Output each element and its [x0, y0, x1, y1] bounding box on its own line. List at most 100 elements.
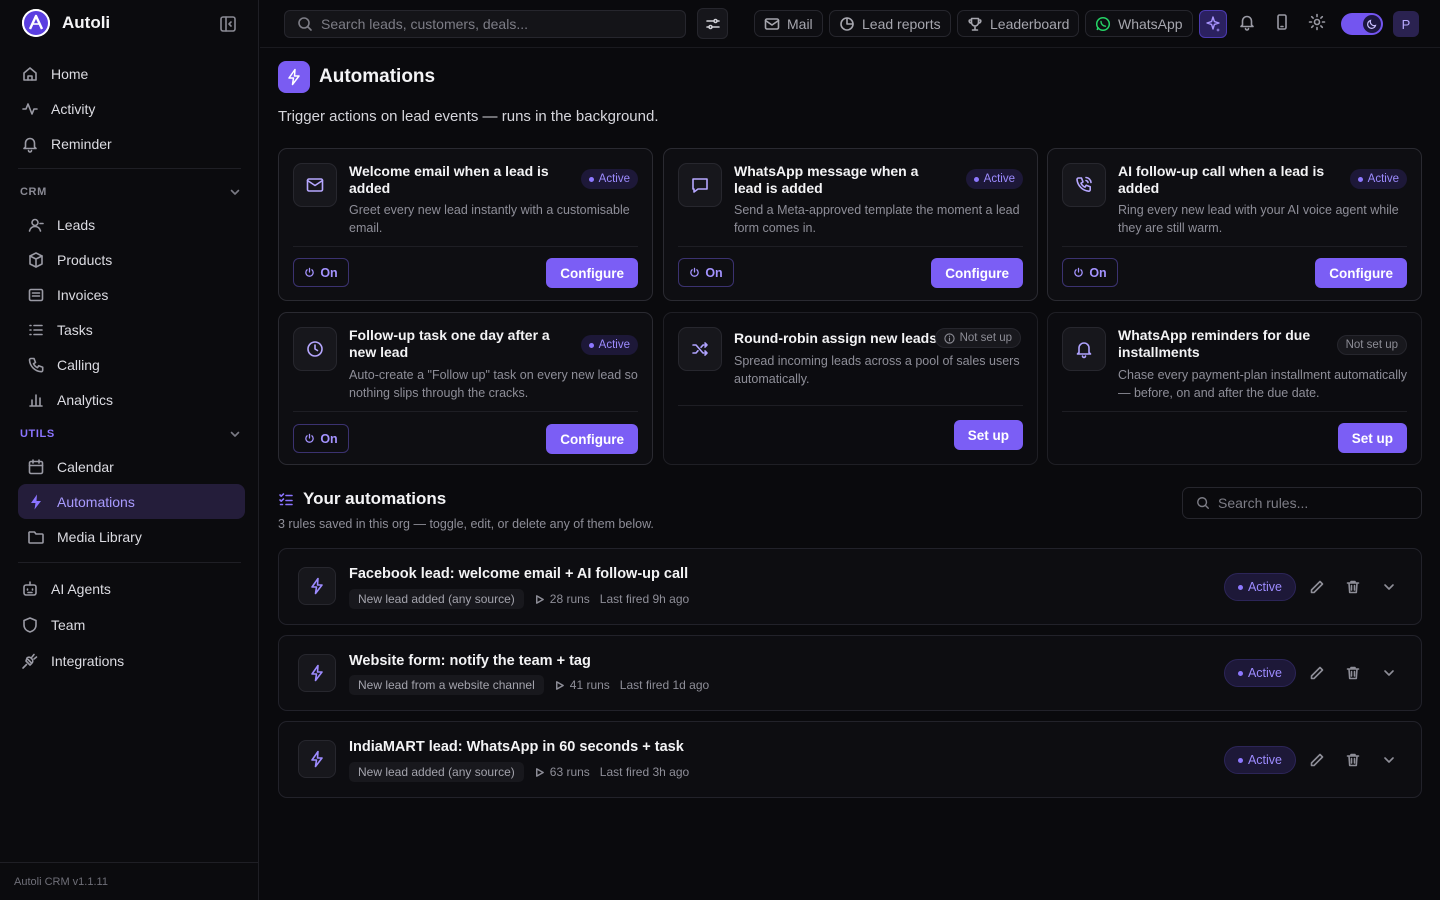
search-rules-input[interactable]: Search rules... — [1182, 487, 1422, 519]
sidebar-item-label: Calendar — [57, 458, 114, 475]
filters-button[interactable] — [697, 8, 728, 39]
notifications-button[interactable] — [1238, 13, 1258, 33]
configure-button[interactable]: Configure — [1315, 258, 1407, 288]
page-subtitle: Trigger actions on lead events — runs in… — [278, 108, 659, 125]
rule-status-toggle[interactable]: Active — [1224, 659, 1296, 687]
sidebar-item-label: Team — [51, 616, 86, 633]
sidebar-item-calendar[interactable]: Calendar — [18, 449, 245, 484]
divider — [678, 405, 1023, 406]
trigger-chip: New lead added (any source) — [349, 762, 524, 782]
play-icon — [534, 594, 545, 605]
card-description: Greet every new lead instantly with a cu… — [349, 203, 630, 235]
sidebar-bottom-nav: AI Agents Team Integrations — [18, 571, 245, 678]
chevron-down-icon[interactable] — [1381, 752, 1397, 768]
chevron-down-icon — [228, 427, 242, 441]
rule-status-toggle[interactable]: Active — [1224, 746, 1296, 774]
sidebar-item-calling[interactable]: Calling — [18, 347, 245, 382]
brand[interactable]: Autoli — [22, 9, 110, 37]
bolt-icon — [27, 493, 45, 511]
mail-icon — [293, 163, 337, 207]
rule-meta: New lead added (any source) 28 runs Last… — [349, 589, 689, 609]
sidebar-item-automations[interactable]: Automations — [18, 484, 245, 519]
last-fired: Last fired 3h ago — [599, 765, 690, 779]
leaderboard-button[interactable]: Leaderboard — [957, 10, 1080, 37]
configure-button[interactable]: Configure — [546, 258, 638, 288]
automation-rule-row[interactable]: IndiaMART lead: WhatsApp in 60 seconds +… — [278, 721, 1422, 798]
whatsapp-button[interactable]: WhatsApp — [1085, 10, 1193, 37]
invoice-icon — [27, 286, 45, 304]
theme-toggle[interactable] — [1341, 13, 1383, 35]
ai-assistant-button[interactable] — [1199, 10, 1227, 38]
sidebar-item-analytics[interactable]: Analytics — [18, 382, 245, 417]
version-text: Autoli CRM v1.1.11 — [14, 876, 108, 888]
list-icon — [27, 321, 45, 339]
bell-icon — [21, 135, 39, 153]
user-avatar[interactable]: P — [1393, 11, 1419, 37]
mail-button[interactable]: Mail — [754, 10, 823, 37]
sidebar-item-media-library[interactable]: Media Library — [18, 519, 245, 554]
enable-toggle-button[interactable]: On — [293, 424, 349, 453]
sidebar-item-products[interactable]: Products — [18, 242, 245, 277]
set-up-button[interactable]: Set up — [953, 420, 1023, 450]
pill-label: Lead reports — [862, 15, 941, 32]
crm-section-header[interactable]: CRM — [20, 184, 242, 200]
enable-toggle-button[interactable]: On — [293, 258, 349, 287]
chevron-down-icon[interactable] — [1381, 579, 1397, 595]
phone-icon — [27, 356, 45, 374]
edit-icon[interactable] — [1309, 752, 1325, 768]
configure-button[interactable]: Configure — [931, 258, 1023, 288]
bolt-icon — [298, 567, 336, 605]
edit-icon[interactable] — [1309, 665, 1325, 681]
card-description: Send a Meta-approved template the moment… — [734, 203, 1020, 235]
card-title: Welcome email when a lead is added — [349, 163, 549, 196]
sidebar-item-integrations[interactable]: Integrations — [18, 643, 245, 678]
lead-reports-button[interactable]: Lead reports — [829, 10, 951, 37]
enable-toggle-button[interactable]: On — [678, 258, 734, 287]
rule-meta: New lead added (any source) 63 runs Last… — [349, 762, 689, 782]
chevron-down-icon[interactable] — [1381, 665, 1397, 681]
sidebar-item-leads[interactable]: Leads — [18, 207, 245, 242]
card-description: Chase every payment-plan installment aut… — [1118, 368, 1408, 400]
trash-icon[interactable] — [1345, 752, 1361, 768]
utils-section-header[interactable]: UTILS — [20, 426, 242, 442]
sidebar-item-invoices[interactable]: Invoices — [18, 277, 245, 312]
divider — [678, 246, 1023, 247]
template-card-ai-call: AI follow-up call when a lead is added A… — [1047, 148, 1422, 301]
enable-toggle-button[interactable]: On — [1062, 258, 1118, 287]
mobile-app-button[interactable] — [1273, 13, 1293, 33]
bot-icon — [21, 580, 39, 598]
pill-label: WhatsApp — [1118, 15, 1183, 32]
sidebar-item-tasks[interactable]: Tasks — [18, 312, 245, 347]
set-up-button[interactable]: Set up — [1337, 423, 1407, 453]
sidebar-item-label: AI Agents — [51, 580, 111, 597]
sidebar-item-label: Reminder — [51, 135, 112, 152]
sidebar-item-team[interactable]: Team — [18, 607, 245, 642]
trash-icon[interactable] — [1345, 665, 1361, 681]
run-count: 63 runs — [534, 765, 590, 779]
card-title: Follow-up task one day after a new lead — [349, 327, 550, 360]
sidebar-item-home[interactable]: Home — [18, 56, 245, 91]
sliders-icon — [705, 16, 721, 32]
automation-rule-row[interactable]: Facebook lead: welcome email + AI follow… — [278, 548, 1422, 625]
global-search-input[interactable]: Search leads, customers, deals... — [284, 10, 686, 38]
sidebar-item-label: Leads — [57, 216, 96, 233]
sidebar-item-ai-agents[interactable]: AI Agents — [18, 571, 245, 606]
sidebar-item-activity[interactable]: Activity — [18, 91, 245, 126]
card-title: WhatsApp message when a lead is added — [734, 163, 919, 196]
sidebar-item-reminder[interactable]: Reminder — [18, 126, 245, 161]
sparkles-icon — [1204, 15, 1222, 33]
pill-label: Leaderboard — [990, 15, 1070, 32]
trash-icon[interactable] — [1345, 579, 1361, 595]
sidebar-collapse-icon[interactable] — [218, 14, 238, 34]
edit-icon[interactable] — [1309, 579, 1325, 595]
search-icon — [1196, 496, 1210, 510]
configure-button[interactable]: Configure — [546, 424, 638, 454]
status-badge: Not set up — [1336, 335, 1407, 355]
settings-button[interactable] — [1308, 13, 1328, 33]
mail-icon — [764, 16, 780, 32]
automation-rule-row[interactable]: Website form: notify the team + tag New … — [278, 635, 1422, 711]
card-title: AI follow-up call when a lead is added — [1118, 163, 1325, 196]
search-icon — [297, 16, 313, 32]
template-card-round-robin: Round-robin assign new leads Not set up … — [663, 312, 1038, 465]
rule-status-toggle[interactable]: Active — [1224, 573, 1296, 601]
